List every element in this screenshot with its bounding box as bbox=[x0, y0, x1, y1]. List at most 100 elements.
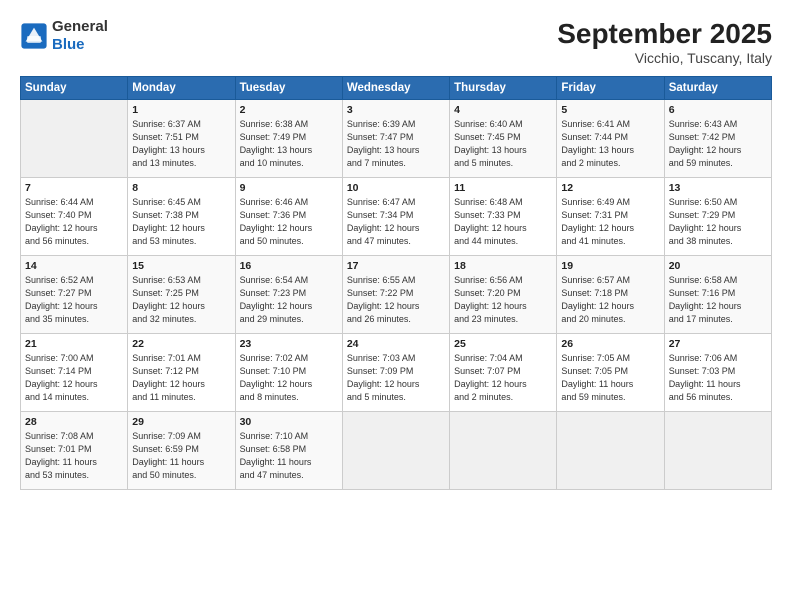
cell-content: Sunrise: 6:48 AM Sunset: 7:33 PM Dayligh… bbox=[454, 196, 552, 248]
header: General Blue September 2025 Vicchio, Tus… bbox=[20, 18, 772, 66]
day-number: 30 bbox=[240, 416, 338, 428]
day-header-thursday: Thursday bbox=[450, 77, 557, 100]
cell-content: Sunrise: 7:02 AM Sunset: 7:10 PM Dayligh… bbox=[240, 352, 338, 404]
day-number: 1 bbox=[132, 104, 230, 116]
day-number: 9 bbox=[240, 182, 338, 194]
calendar-cell: 10Sunrise: 6:47 AM Sunset: 7:34 PM Dayli… bbox=[342, 178, 449, 256]
day-number: 19 bbox=[561, 260, 659, 272]
calendar-cell: 8 Sunrise: 6:45 AM Sunset: 7:38 PM Daylig… bbox=[128, 178, 235, 256]
cell-content: Sunrise: 6:54 AM Sunset: 7:23 PM Dayligh… bbox=[240, 274, 338, 326]
day-number: 21 bbox=[25, 338, 123, 350]
calendar-cell: 21 Sunrise: 7:00 AM Sunset: 7:14 PM Dayli… bbox=[21, 334, 128, 412]
calendar-cell: 11 Sunrise: 6:48 AM Sunset: 7:33 PM Dayli… bbox=[450, 178, 557, 256]
cell-content: Sunrise: 7:10 AM Sunset: 6:58 PM Dayligh… bbox=[240, 430, 338, 482]
day-number: 16 bbox=[240, 260, 338, 272]
day-number: 17 bbox=[347, 260, 445, 272]
calendar-cell: 4 Sunrise: 6:40 AM Sunset: 7:45 PM Daylig… bbox=[450, 100, 557, 178]
calendar-cell: 29 Sunrise: 7:09 AM Sunset: 6:59 PM Dayli… bbox=[128, 412, 235, 490]
cell-content: Sunrise: 6:40 AM Sunset: 7:45 PM Dayligh… bbox=[454, 118, 552, 170]
cell-content: Sunrise: 6:57 AM Sunset: 7:18 PM Dayligh… bbox=[561, 274, 659, 326]
cell-content: Sunrise: 6:52 AM Sunset: 7:27 PM Dayligh… bbox=[25, 274, 123, 326]
logo-blue-text: Blue bbox=[52, 36, 85, 53]
day-header-wednesday: Wednesday bbox=[342, 77, 449, 100]
cell-content: Sunrise: 6:56 AM Sunset: 7:20 PM Dayligh… bbox=[454, 274, 552, 326]
cell-content: Sunrise: 7:09 AM Sunset: 6:59 PM Dayligh… bbox=[132, 430, 230, 482]
day-header-friday: Friday bbox=[557, 77, 664, 100]
day-number: 23 bbox=[240, 338, 338, 350]
day-number: 28 bbox=[25, 416, 123, 428]
cell-content: Sunrise: 7:04 AM Sunset: 7:07 PM Dayligh… bbox=[454, 352, 552, 404]
cell-content: Sunrise: 6:53 AM Sunset: 7:25 PM Dayligh… bbox=[132, 274, 230, 326]
calendar-cell: 3Sunrise: 6:39 AM Sunset: 7:47 PM Daylig… bbox=[342, 100, 449, 178]
calendar-cell: 14 Sunrise: 6:52 AM Sunset: 7:27 PM Dayli… bbox=[21, 256, 128, 334]
calendar-cell: 12 Sunrise: 6:49 AM Sunset: 7:31 PM Dayli… bbox=[557, 178, 664, 256]
logo-general-text: General bbox=[52, 18, 108, 35]
day-header-saturday: Saturday bbox=[664, 77, 771, 100]
day-number: 22 bbox=[132, 338, 230, 350]
day-number: 7 bbox=[25, 182, 123, 194]
calendar-cell: 24Sunrise: 7:03 AM Sunset: 7:09 PM Dayli… bbox=[342, 334, 449, 412]
day-number: 8 bbox=[132, 182, 230, 194]
day-header-monday: Monday bbox=[128, 77, 235, 100]
day-number: 14 bbox=[25, 260, 123, 272]
week-row-1: 1 Sunrise: 6:37 AM Sunset: 7:51 PM Daylig… bbox=[21, 100, 772, 178]
day-number: 6 bbox=[669, 104, 767, 116]
day-number: 27 bbox=[669, 338, 767, 350]
cell-content: Sunrise: 7:06 AM Sunset: 7:03 PM Dayligh… bbox=[669, 352, 767, 404]
day-number: 4 bbox=[454, 104, 552, 116]
cell-content: Sunrise: 6:38 AM Sunset: 7:49 PM Dayligh… bbox=[240, 118, 338, 170]
cell-content: Sunrise: 6:50 AM Sunset: 7:29 PM Dayligh… bbox=[669, 196, 767, 248]
cell-content: Sunrise: 7:08 AM Sunset: 7:01 PM Dayligh… bbox=[25, 430, 123, 482]
week-row-5: 28 Sunrise: 7:08 AM Sunset: 7:01 PM Dayli… bbox=[21, 412, 772, 490]
calendar-table: SundayMondayTuesdayWednesdayThursdayFrid… bbox=[20, 76, 772, 490]
cell-content: Sunrise: 6:45 AM Sunset: 7:38 PM Dayligh… bbox=[132, 196, 230, 248]
calendar-cell: 20 Sunrise: 6:58 AM Sunset: 7:16 PM Dayli… bbox=[664, 256, 771, 334]
calendar-cell: 2 Sunrise: 6:38 AM Sunset: 7:49 PM Daylig… bbox=[235, 100, 342, 178]
logo-icon bbox=[20, 22, 48, 50]
calendar-cell: 5 Sunrise: 6:41 AM Sunset: 7:44 PM Daylig… bbox=[557, 100, 664, 178]
cell-content: Sunrise: 6:41 AM Sunset: 7:44 PM Dayligh… bbox=[561, 118, 659, 170]
cell-content: Sunrise: 7:03 AM Sunset: 7:09 PM Dayligh… bbox=[347, 352, 445, 404]
day-number: 26 bbox=[561, 338, 659, 350]
calendar-cell: 30 Sunrise: 7:10 AM Sunset: 6:58 PM Dayli… bbox=[235, 412, 342, 490]
day-number: 18 bbox=[454, 260, 552, 272]
calendar-cell: 9Sunrise: 6:46 AM Sunset: 7:36 PM Daylig… bbox=[235, 178, 342, 256]
calendar-cell: 23 Sunrise: 7:02 AM Sunset: 7:10 PM Dayli… bbox=[235, 334, 342, 412]
calendar-cell bbox=[342, 412, 449, 490]
day-number: 11 bbox=[454, 182, 552, 194]
week-row-4: 21 Sunrise: 7:00 AM Sunset: 7:14 PM Dayli… bbox=[21, 334, 772, 412]
day-number: 15 bbox=[132, 260, 230, 272]
calendar-cell bbox=[21, 100, 128, 178]
day-header-sunday: Sunday bbox=[21, 77, 128, 100]
day-number: 12 bbox=[561, 182, 659, 194]
calendar-cell: 28 Sunrise: 7:08 AM Sunset: 7:01 PM Dayli… bbox=[21, 412, 128, 490]
calendar-cell: 22 Sunrise: 7:01 AM Sunset: 7:12 PM Dayli… bbox=[128, 334, 235, 412]
week-row-3: 14 Sunrise: 6:52 AM Sunset: 7:27 PM Dayli… bbox=[21, 256, 772, 334]
day-number: 2 bbox=[240, 104, 338, 116]
day-number: 5 bbox=[561, 104, 659, 116]
cell-content: Sunrise: 6:58 AM Sunset: 7:16 PM Dayligh… bbox=[669, 274, 767, 326]
day-number: 25 bbox=[454, 338, 552, 350]
calendar-cell: 6Sunrise: 6:43 AM Sunset: 7:42 PM Daylig… bbox=[664, 100, 771, 178]
calendar-cell: 27 Sunrise: 7:06 AM Sunset: 7:03 PM Dayli… bbox=[664, 334, 771, 412]
calendar-cell: 7 Sunrise: 6:44 AM Sunset: 7:40 PM Daylig… bbox=[21, 178, 128, 256]
calendar-cell: 15 Sunrise: 6:53 AM Sunset: 7:25 PM Dayli… bbox=[128, 256, 235, 334]
cell-content: Sunrise: 7:01 AM Sunset: 7:12 PM Dayligh… bbox=[132, 352, 230, 404]
day-number: 20 bbox=[669, 260, 767, 272]
title-block: September 2025 Vicchio, Tuscany, Italy bbox=[557, 18, 772, 66]
calendar-cell: 13Sunrise: 6:50 AM Sunset: 7:29 PM Dayli… bbox=[664, 178, 771, 256]
cell-content: Sunrise: 7:00 AM Sunset: 7:14 PM Dayligh… bbox=[25, 352, 123, 404]
calendar-cell: 25 Sunrise: 7:04 AM Sunset: 7:07 PM Dayli… bbox=[450, 334, 557, 412]
logo: General Blue bbox=[20, 18, 108, 54]
calendar-cell: 26Sunrise: 7:05 AM Sunset: 7:05 PM Dayli… bbox=[557, 334, 664, 412]
day-header-tuesday: Tuesday bbox=[235, 77, 342, 100]
calendar-cell: 18 Sunrise: 6:56 AM Sunset: 7:20 PM Dayli… bbox=[450, 256, 557, 334]
calendar-cell bbox=[450, 412, 557, 490]
cell-content: Sunrise: 6:44 AM Sunset: 7:40 PM Dayligh… bbox=[25, 196, 123, 248]
cell-content: Sunrise: 6:47 AM Sunset: 7:34 PM Dayligh… bbox=[347, 196, 445, 248]
cell-content: Sunrise: 6:37 AM Sunset: 7:51 PM Dayligh… bbox=[132, 118, 230, 170]
location: Vicchio, Tuscany, Italy bbox=[557, 50, 772, 66]
day-number: 29 bbox=[132, 416, 230, 428]
cell-content: Sunrise: 6:49 AM Sunset: 7:31 PM Dayligh… bbox=[561, 196, 659, 248]
week-row-2: 7 Sunrise: 6:44 AM Sunset: 7:40 PM Daylig… bbox=[21, 178, 772, 256]
